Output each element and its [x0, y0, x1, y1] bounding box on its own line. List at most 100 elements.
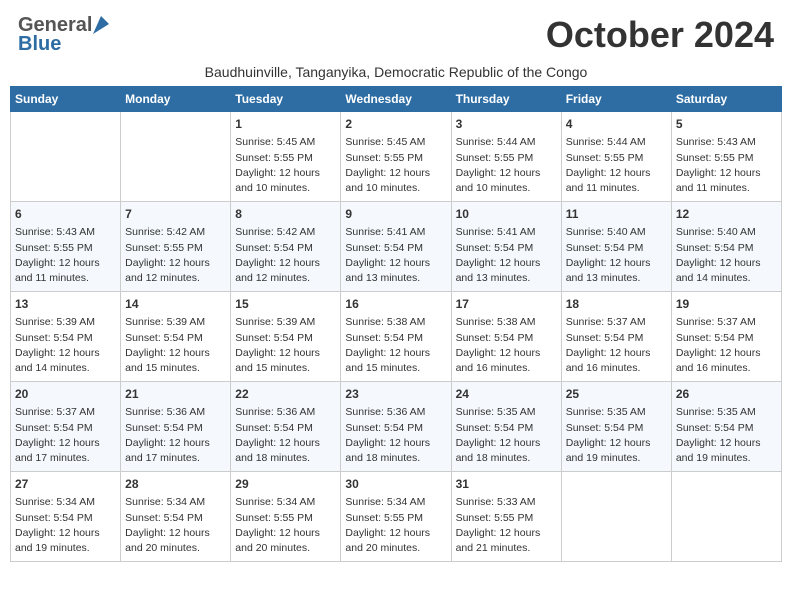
day-number: 13: [15, 296, 116, 313]
calendar-cell: 3Sunrise: 5:44 AM Sunset: 5:55 PM Daylig…: [451, 112, 561, 202]
calendar-table: SundayMondayTuesdayWednesdayThursdayFrid…: [10, 86, 782, 562]
calendar-cell: 13 Sunrise: 5:39 AM Sunset: 5:54 PM Dayli…: [11, 292, 121, 382]
day-number: 5: [676, 116, 777, 133]
col-header-friday: Friday: [561, 87, 671, 112]
calendar-cell: 1 Sunrise: 5:45 AM Sunset: 5:55 PM Daylig…: [231, 112, 341, 202]
col-header-saturday: Saturday: [671, 87, 781, 112]
calendar-cell: 18 Sunrise: 5:37 AM Sunset: 5:54 PM Dayli…: [561, 292, 671, 382]
day-number: 2: [345, 116, 446, 133]
day-info: Sunrise: 5:34 AM Sunset: 5:54 PM Dayligh…: [15, 495, 116, 556]
day-info: Sunrise: 5:40 AM Sunset: 5:54 PM Dayligh…: [566, 225, 667, 286]
day-info: Sunrise: 5:34 AM Sunset: 5:54 PM Dayligh…: [125, 495, 226, 556]
calendar-cell: 20 Sunrise: 5:37 AM Sunset: 5:54 PM Dayli…: [11, 382, 121, 472]
calendar-cell: 12 Sunrise: 5:40 AM Sunset: 5:54 PM Dayli…: [671, 202, 781, 292]
calendar-cell: [671, 472, 781, 562]
day-number: 24: [456, 386, 557, 403]
day-info: Sunrise: 5:40 AM Sunset: 5:54 PM Dayligh…: [676, 225, 777, 286]
day-info: Sunrise: 5:41 AM Sunset: 5:54 PM Dayligh…: [456, 225, 557, 286]
calendar-cell: [561, 472, 671, 562]
calendar-cell: 8 Sunrise: 5:42 AM Sunset: 5:54 PM Daylig…: [231, 202, 341, 292]
calendar-cell: 24Sunrise: 5:35 AM Sunset: 5:54 PM Dayli…: [451, 382, 561, 472]
day-info: Sunrise: 5:36 AM Sunset: 5:54 PM Dayligh…: [235, 405, 336, 466]
day-info: Sunrise: 5:45 AM Sunset: 5:55 PM Dayligh…: [345, 135, 446, 196]
day-number: 18: [566, 296, 667, 313]
day-number: 12: [676, 206, 777, 223]
day-number: 22: [235, 386, 336, 403]
calendar-cell: 17Sunrise: 5:38 AM Sunset: 5:54 PM Dayli…: [451, 292, 561, 382]
calendar-cell: 4 Sunrise: 5:44 AM Sunset: 5:55 PM Daylig…: [561, 112, 671, 202]
day-info: Sunrise: 5:34 AM Sunset: 5:55 PM Dayligh…: [345, 495, 446, 556]
col-header-wednesday: Wednesday: [341, 87, 451, 112]
day-number: 17: [456, 296, 557, 313]
day-info: Sunrise: 5:42 AM Sunset: 5:54 PM Dayligh…: [235, 225, 336, 286]
calendar-cell: 19 Sunrise: 5:37 AM Sunset: 5:54 PM Dayli…: [671, 292, 781, 382]
day-info: Sunrise: 5:39 AM Sunset: 5:54 PM Dayligh…: [235, 315, 336, 376]
day-info: Sunrise: 5:33 AM Sunset: 5:55 PM Dayligh…: [456, 495, 557, 556]
col-header-monday: Monday: [121, 87, 231, 112]
day-info: Sunrise: 5:44 AM Sunset: 5:55 PM Dayligh…: [566, 135, 667, 196]
day-info: Sunrise: 5:38 AM Sunset: 5:54 PM Dayligh…: [345, 315, 446, 376]
day-info: Sunrise: 5:36 AM Sunset: 5:54 PM Dayligh…: [345, 405, 446, 466]
calendar-cell: [11, 112, 121, 202]
calendar-cell: 23 Sunrise: 5:36 AM Sunset: 5:54 PM Dayli…: [341, 382, 451, 472]
day-info: Sunrise: 5:42 AM Sunset: 5:55 PM Dayligh…: [125, 225, 226, 286]
day-number: 15: [235, 296, 336, 313]
calendar-cell: 25 Sunrise: 5:35 AM Sunset: 5:54 PM Dayli…: [561, 382, 671, 472]
day-info: Sunrise: 5:35 AM Sunset: 5:54 PM Dayligh…: [566, 405, 667, 466]
day-info: Sunrise: 5:36 AM Sunset: 5:54 PM Dayligh…: [125, 405, 226, 466]
calendar-cell: 29Sunrise: 5:34 AM Sunset: 5:55 PM Dayli…: [231, 472, 341, 562]
calendar-cell: 28 Sunrise: 5:34 AM Sunset: 5:54 PM Dayli…: [121, 472, 231, 562]
calendar-cell: 27 Sunrise: 5:34 AM Sunset: 5:54 PM Dayli…: [11, 472, 121, 562]
day-number: 27: [15, 476, 116, 493]
day-info: Sunrise: 5:37 AM Sunset: 5:54 PM Dayligh…: [676, 315, 777, 376]
day-number: 1: [235, 116, 336, 133]
calendar-cell: 9 Sunrise: 5:41 AM Sunset: 5:54 PM Daylig…: [341, 202, 451, 292]
day-number: 6: [15, 206, 116, 223]
day-info: Sunrise: 5:34 AM Sunset: 5:55 PM Dayligh…: [235, 495, 336, 556]
header: General Blue October 2024: [10, 10, 782, 60]
logo-bird-icon: [93, 16, 109, 34]
day-number: 28: [125, 476, 226, 493]
col-header-sunday: Sunday: [11, 87, 121, 112]
day-number: 21: [125, 386, 226, 403]
day-number: 30: [345, 476, 446, 493]
calendar-cell: 21 Sunrise: 5:36 AM Sunset: 5:54 PM Dayli…: [121, 382, 231, 472]
calendar-cell: 6 Sunrise: 5:43 AM Sunset: 5:55 PM Daylig…: [11, 202, 121, 292]
day-info: Sunrise: 5:37 AM Sunset: 5:54 PM Dayligh…: [566, 315, 667, 376]
calendar-cell: 26 Sunrise: 5:35 AM Sunset: 5:54 PM Dayli…: [671, 382, 781, 472]
day-number: 19: [676, 296, 777, 313]
day-number: 7: [125, 206, 226, 223]
day-info: Sunrise: 5:45 AM Sunset: 5:55 PM Dayligh…: [235, 135, 336, 196]
day-number: 26: [676, 386, 777, 403]
col-header-tuesday: Tuesday: [231, 87, 341, 112]
day-number: 20: [15, 386, 116, 403]
calendar-cell: 16 Sunrise: 5:38 AM Sunset: 5:54 PM Dayli…: [341, 292, 451, 382]
day-number: 8: [235, 206, 336, 223]
day-info: Sunrise: 5:43 AM Sunset: 5:55 PM Dayligh…: [676, 135, 777, 196]
day-number: 23: [345, 386, 446, 403]
day-info: Sunrise: 5:39 AM Sunset: 5:54 PM Dayligh…: [125, 315, 226, 376]
calendar-cell: 14 Sunrise: 5:39 AM Sunset: 5:54 PM Dayli…: [121, 292, 231, 382]
day-info: Sunrise: 5:37 AM Sunset: 5:54 PM Dayligh…: [15, 405, 116, 466]
calendar-cell: [121, 112, 231, 202]
calendar-cell: 15 Sunrise: 5:39 AM Sunset: 5:54 PM Dayli…: [231, 292, 341, 382]
day-number: 4: [566, 116, 667, 133]
calendar-cell: 31 Sunrise: 5:33 AM Sunset: 5:55 PM Dayli…: [451, 472, 561, 562]
day-info: Sunrise: 5:41 AM Sunset: 5:54 PM Dayligh…: [345, 225, 446, 286]
month-title: October 2024: [546, 14, 774, 56]
calendar-cell: 7 Sunrise: 5:42 AM Sunset: 5:55 PM Daylig…: [121, 202, 231, 292]
day-number: 31: [456, 476, 557, 493]
calendar-subtitle: Baudhuinville, Tanganyika, Democratic Re…: [10, 64, 782, 80]
day-info: Sunrise: 5:35 AM Sunset: 5:54 PM Dayligh…: [676, 405, 777, 466]
calendar-cell: 30 Sunrise: 5:34 AM Sunset: 5:55 PM Dayli…: [341, 472, 451, 562]
day-number: 11: [566, 206, 667, 223]
calendar-cell: 5 Sunrise: 5:43 AM Sunset: 5:55 PM Daylig…: [671, 112, 781, 202]
day-number: 9: [345, 206, 446, 223]
day-number: 14: [125, 296, 226, 313]
day-number: 25: [566, 386, 667, 403]
logo: General Blue: [18, 14, 109, 56]
day-info: Sunrise: 5:39 AM Sunset: 5:54 PM Dayligh…: [15, 315, 116, 376]
day-number: 16: [345, 296, 446, 313]
calendar-cell: 22 Sunrise: 5:36 AM Sunset: 5:54 PM Dayli…: [231, 382, 341, 472]
day-info: Sunrise: 5:43 AM Sunset: 5:55 PM Dayligh…: [15, 225, 116, 286]
